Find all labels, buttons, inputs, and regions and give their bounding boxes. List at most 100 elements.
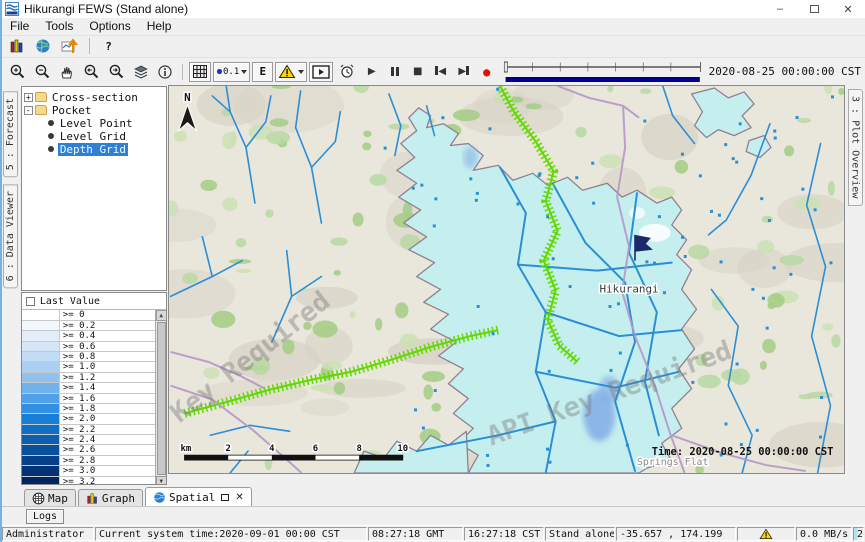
- tree-item[interactable]: - Pocket: [24, 104, 164, 116]
- zoom-in-button[interactable]: [6, 62, 29, 82]
- boxed-play-icon: [312, 65, 330, 79]
- legend-swatch: [22, 404, 60, 413]
- tab-plot-overview[interactable]: 3 : Plot Overview: [848, 89, 863, 205]
- logs-button[interactable]: Logs: [26, 509, 64, 524]
- layers-button[interactable]: [130, 62, 152, 82]
- help-button[interactable]: ?: [98, 36, 119, 56]
- tree-item[interactable]: Level Point: [46, 117, 164, 129]
- step-forward-icon: ▶: [458, 66, 466, 77]
- stop-button[interactable]: ■: [407, 62, 428, 82]
- window-title: Hikurangi FEWS (Stand alone): [24, 2, 763, 16]
- tree-item-label[interactable]: Level Grid: [58, 130, 128, 143]
- scroll-down-icon[interactable]: ▼: [156, 476, 167, 485]
- record-icon: ●: [483, 65, 490, 79]
- legend-swatch: [22, 352, 60, 361]
- legend-label: >= 0.2: [60, 321, 155, 330]
- left-panel: + Cross-section - Pocket Level Point Lev…: [20, 85, 168, 486]
- grid-display-button[interactable]: [189, 62, 211, 82]
- maximize-icon: [810, 5, 819, 13]
- close-button[interactable]: ✕: [831, 0, 865, 18]
- play-button[interactable]: ▶: [361, 62, 382, 82]
- legend-label: >= 1.0: [60, 362, 155, 371]
- collapse-icon[interactable]: -: [24, 106, 33, 115]
- zoom-previous-button[interactable]: [80, 62, 103, 82]
- tab-map-label: Map: [48, 492, 68, 505]
- pause-button[interactable]: [384, 62, 405, 82]
- legend-row: >= 3.2: [22, 477, 155, 486]
- legend-label: >= 2.6: [60, 445, 155, 454]
- legend-label: >= 1.4: [60, 383, 155, 392]
- status-warning[interactable]: [737, 527, 795, 541]
- separator: [182, 64, 183, 80]
- tree-item-label[interactable]: Level Point: [58, 117, 135, 130]
- legend-swatch: [22, 435, 60, 444]
- tab-graph-label: Graph: [102, 492, 135, 505]
- timeline-handle[interactable]: [505, 62, 508, 72]
- legend-swatch: [22, 342, 60, 351]
- legend-row: >= 1.8: [22, 404, 155, 414]
- tab-forecast[interactable]: 5 : Forecast: [3, 91, 18, 177]
- tree-item[interactable]: Level Grid: [46, 130, 164, 142]
- svg-text:6: 6: [313, 445, 318, 455]
- tab-data-viewer[interactable]: 6 : Data Viewer: [3, 184, 18, 288]
- thresholds-dropdown[interactable]: [275, 62, 307, 82]
- timeseries-dialog-button[interactable]: [58, 36, 81, 56]
- maximize-button[interactable]: [797, 0, 831, 18]
- legend-label: >= 2.4: [60, 435, 155, 444]
- close-tab-icon[interactable]: ✕: [235, 492, 243, 503]
- globe-icon: [153, 491, 166, 504]
- legend-swatch: [22, 331, 60, 340]
- pan-button[interactable]: [56, 62, 78, 82]
- legend-label: >= 0.8: [60, 352, 155, 361]
- scroll-up-icon[interactable]: ▲: [156, 310, 167, 321]
- legend-button[interactable]: E: [252, 62, 273, 82]
- tab-map[interactable]: Map: [24, 489, 76, 506]
- info-button[interactable]: [154, 62, 176, 82]
- status-download-rate: 0.0 MB/s: [796, 527, 852, 541]
- grid-icon: [192, 64, 208, 79]
- tab-graph[interactable]: Graph: [78, 489, 143, 506]
- tree-item-label[interactable]: Pocket: [50, 104, 94, 117]
- map-canvas[interactable]: Hikurangi Springs Flat API Key Required …: [168, 85, 845, 474]
- tree-item[interactable]: + Cross-section: [24, 91, 164, 103]
- expand-icon[interactable]: +: [24, 93, 33, 102]
- menu-bar: File Tools Options Help: [2, 18, 865, 36]
- layer-tree: + Cross-section - Pocket Level Point Lev…: [21, 86, 167, 291]
- tree-item[interactable]: Depth Grid: [46, 143, 164, 155]
- zoom-next-button[interactable]: [105, 62, 128, 82]
- record-button[interactable]: ●: [476, 62, 497, 82]
- legend-row: >= 0.4: [22, 331, 155, 341]
- animation-button[interactable]: [309, 62, 333, 82]
- legend-swatch: [22, 373, 60, 382]
- map-display-button[interactable]: [32, 36, 54, 56]
- menu-help[interactable]: Help: [139, 19, 180, 33]
- status-gmt-time: 08:27:18 GMT: [368, 527, 463, 541]
- threshold-dropdown[interactable]: 0.1: [213, 62, 250, 82]
- main-area: 5 : Forecast 6 : Data Viewer + Cross-sec…: [2, 85, 865, 486]
- svg-text:N: N: [184, 91, 191, 104]
- tree-item-label-selected[interactable]: Depth Grid: [58, 143, 128, 156]
- time-settings-button[interactable]: [335, 62, 359, 82]
- legend-row: >= 2.2: [22, 425, 155, 435]
- step-forward-button[interactable]: ▶: [453, 62, 474, 82]
- zoom-out-button[interactable]: [31, 62, 54, 82]
- info-icon: [157, 64, 173, 80]
- legend-scrollbar[interactable]: ▲ ▼: [155, 310, 166, 485]
- menu-tools[interactable]: Tools: [37, 19, 81, 33]
- last-value-checkbox[interactable]: [26, 297, 35, 306]
- scroll-thumb[interactable]: [157, 322, 166, 475]
- bar-chart-icon: [9, 38, 25, 54]
- pause-icon: [391, 67, 399, 76]
- menu-options[interactable]: Options: [81, 19, 138, 33]
- minimize-button[interactable]: –: [763, 0, 797, 18]
- undock-icon[interactable]: [221, 494, 229, 501]
- menu-file[interactable]: File: [2, 19, 37, 33]
- step-back-button[interactable]: ◀: [430, 62, 451, 82]
- status-local-time: 16:27:18 CST: [464, 527, 544, 541]
- log-browser-button[interactable]: [6, 36, 28, 56]
- svg-text:4: 4: [269, 445, 274, 455]
- tab-spatial[interactable]: Spatial ✕: [145, 487, 252, 506]
- timeline-slider[interactable]: [503, 59, 702, 85]
- tree-item-label[interactable]: Cross-section: [50, 91, 140, 104]
- svg-text:10: 10: [398, 445, 409, 455]
